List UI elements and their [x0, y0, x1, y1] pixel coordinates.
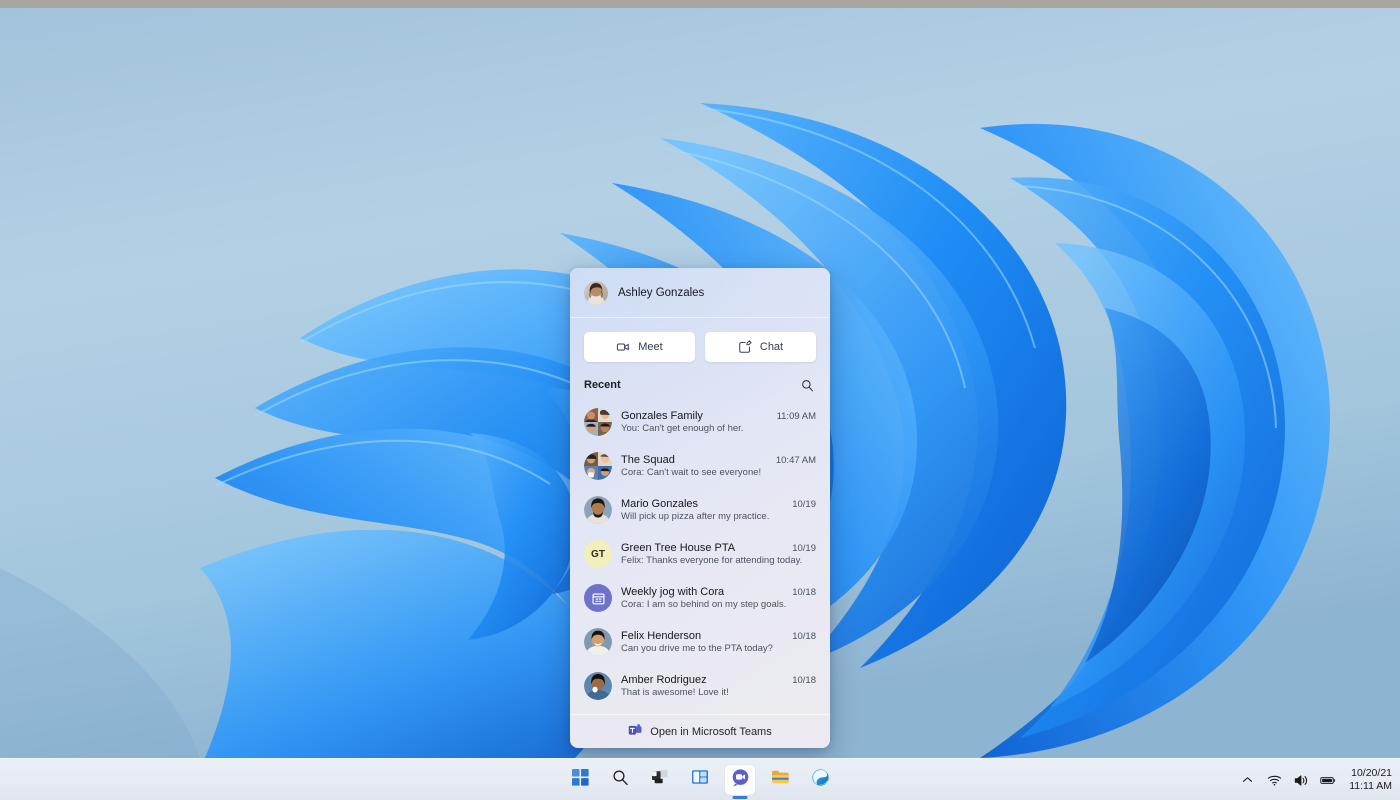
- recent-section-header: Recent: [570, 372, 830, 400]
- contact-avatar: [584, 496, 612, 524]
- chat-preview: Can you drive me to the PTA today?: [621, 643, 773, 654]
- compose-message-icon: [738, 340, 752, 354]
- clock-time: 11:11 AM: [1349, 780, 1392, 792]
- video-camera-icon: [616, 340, 630, 354]
- group-avatar: [584, 452, 612, 480]
- system-tray[interactable]: 10/20/21 11:11 AM: [1239, 759, 1392, 800]
- list-item-text: Felix Henderson 10/18 Can you drive me t…: [621, 630, 816, 654]
- group-avatar: [584, 408, 612, 436]
- chat-timestamp: 10/18: [792, 587, 816, 598]
- contact-avatar: [584, 628, 612, 656]
- contact-avatar: [584, 672, 612, 700]
- teams-chat-flyout[interactable]: Ashley Gonzales Meet Chat Recent Gonzale…: [570, 268, 830, 748]
- task-view-icon: [651, 769, 669, 790]
- windows-start-icon: [571, 768, 589, 791]
- chat-timestamp: 10/19: [792, 543, 816, 554]
- list-item[interactable]: Felix Henderson 10/18 Can you drive me t…: [578, 620, 822, 664]
- chat-title: Weekly jog with Cora: [621, 586, 725, 598]
- chat-timestamp: 10/19: [792, 499, 816, 510]
- file-explorer-button[interactable]: [765, 765, 795, 795]
- chat-preview: Will pick up pizza after my practice.: [621, 511, 770, 522]
- chat-preview: Felix: Thanks everyone for attending tod…: [621, 555, 803, 566]
- search-icon: [612, 769, 629, 791]
- chevron-up-icon[interactable]: [1239, 771, 1255, 789]
- list-item-text: Green Tree House PTA 10/19 Felix: Thanks…: [621, 542, 816, 566]
- clock-date: 10/20/21: [1351, 766, 1392, 779]
- wifi-icon[interactable]: [1266, 771, 1282, 789]
- recent-chat-list[interactable]: Gonzales Family 11:09 AM You: Can't get …: [570, 400, 830, 714]
- chat-preview: Cora: Can't wait to see everyone!: [621, 467, 762, 478]
- microsoft-teams-icon: [628, 723, 642, 740]
- open-in-teams-button[interactable]: Open in Microsoft Teams: [570, 714, 830, 748]
- list-item-text: Amber Rodriguez 10/18 That is awesome! L…: [621, 674, 816, 698]
- chat-panel-actions: Meet Chat: [570, 318, 830, 372]
- ashley-gonzales-avatar[interactable]: [584, 280, 608, 305]
- list-item[interactable]: GT Green Tree House PTA 10/19 Felix: Tha…: [578, 532, 822, 576]
- teams-chat-icon: [731, 768, 750, 792]
- meet-button-label: Meet: [638, 341, 663, 353]
- open-in-teams-label: Open in Microsoft Teams: [650, 725, 772, 738]
- search-button[interactable]: [605, 765, 635, 795]
- microsoft-edge-icon: [811, 768, 830, 792]
- list-item[interactable]: Gonzales Family 11:09 AM You: Can't get …: [578, 400, 822, 444]
- chat-button[interactable]: Chat: [705, 332, 816, 362]
- task-view-button[interactable]: [645, 765, 675, 795]
- chat-title: Mario Gonzales: [621, 498, 699, 510]
- list-item[interactable]: The Squad 10:47 AM Cora: Can't wait to s…: [578, 444, 822, 488]
- list-item-text: Gonzales Family 11:09 AM You: Can't get …: [621, 410, 816, 434]
- battery-icon[interactable]: [1320, 771, 1336, 789]
- avatar-initials: GT: [591, 548, 605, 560]
- list-item[interactable]: Mario Gonzales 10/19 Will pick up pizza …: [578, 488, 822, 532]
- chat-title: The Squad: [621, 454, 675, 466]
- chat-timestamp: 10/18: [792, 675, 816, 686]
- list-item-text: The Squad 10:47 AM Cora: Can't wait to s…: [621, 454, 816, 478]
- chat-title: Green Tree House PTA: [621, 542, 736, 554]
- chat-title: Felix Henderson: [621, 630, 702, 642]
- chat-timestamp: 10/18: [792, 631, 816, 642]
- chat-preview: Cora: I am so behind on my step goals.: [621, 599, 787, 610]
- teams-chat-button[interactable]: [725, 764, 755, 795]
- file-explorer-icon: [771, 769, 790, 790]
- chat-preview: You: Can't get enough of her.: [621, 423, 744, 434]
- speaker-icon[interactable]: [1293, 771, 1309, 789]
- clock[interactable]: 10/20/21 11:11 AM: [1347, 767, 1392, 793]
- recent-label: Recent: [584, 379, 621, 391]
- chat-button-label: Chat: [759, 341, 784, 353]
- chat-panel-header: Ashley Gonzales: [570, 268, 830, 318]
- taskbar[interactable]: 10/20/21 11:11 AM: [0, 758, 1400, 800]
- start-button[interactable]: [565, 765, 595, 795]
- list-item-text: Mario Gonzales 10/19 Will pick up pizza …: [621, 498, 816, 522]
- calendar-icon: [584, 584, 612, 612]
- chat-timestamp: 10:47 AM: [775, 455, 816, 466]
- chat-title: Amber Rodriguez: [621, 674, 707, 686]
- chat-timestamp: 11:09 AM: [776, 411, 816, 422]
- taskbar-icon-group: [565, 764, 835, 795]
- initials-avatar: GT: [584, 540, 612, 568]
- search-icon[interactable]: [798, 376, 816, 394]
- current-user-name: Ashley Gonzales: [618, 286, 705, 299]
- list-item[interactable]: Amber Rodriguez 10/18 That is awesome! L…: [578, 664, 822, 708]
- meet-button[interactable]: Meet: [584, 332, 695, 362]
- chat-title: Gonzales Family: [621, 410, 703, 422]
- widgets-button[interactable]: [685, 765, 715, 795]
- list-item-text: Weekly jog with Cora 10/18 Cora: I am so…: [621, 586, 816, 610]
- widgets-icon: [691, 769, 709, 790]
- microsoft-edge-button[interactable]: [805, 765, 835, 795]
- list-item[interactable]: Weekly jog with Cora 10/18 Cora: I am so…: [578, 576, 822, 620]
- chat-preview: That is awesome! Love it!: [621, 687, 729, 698]
